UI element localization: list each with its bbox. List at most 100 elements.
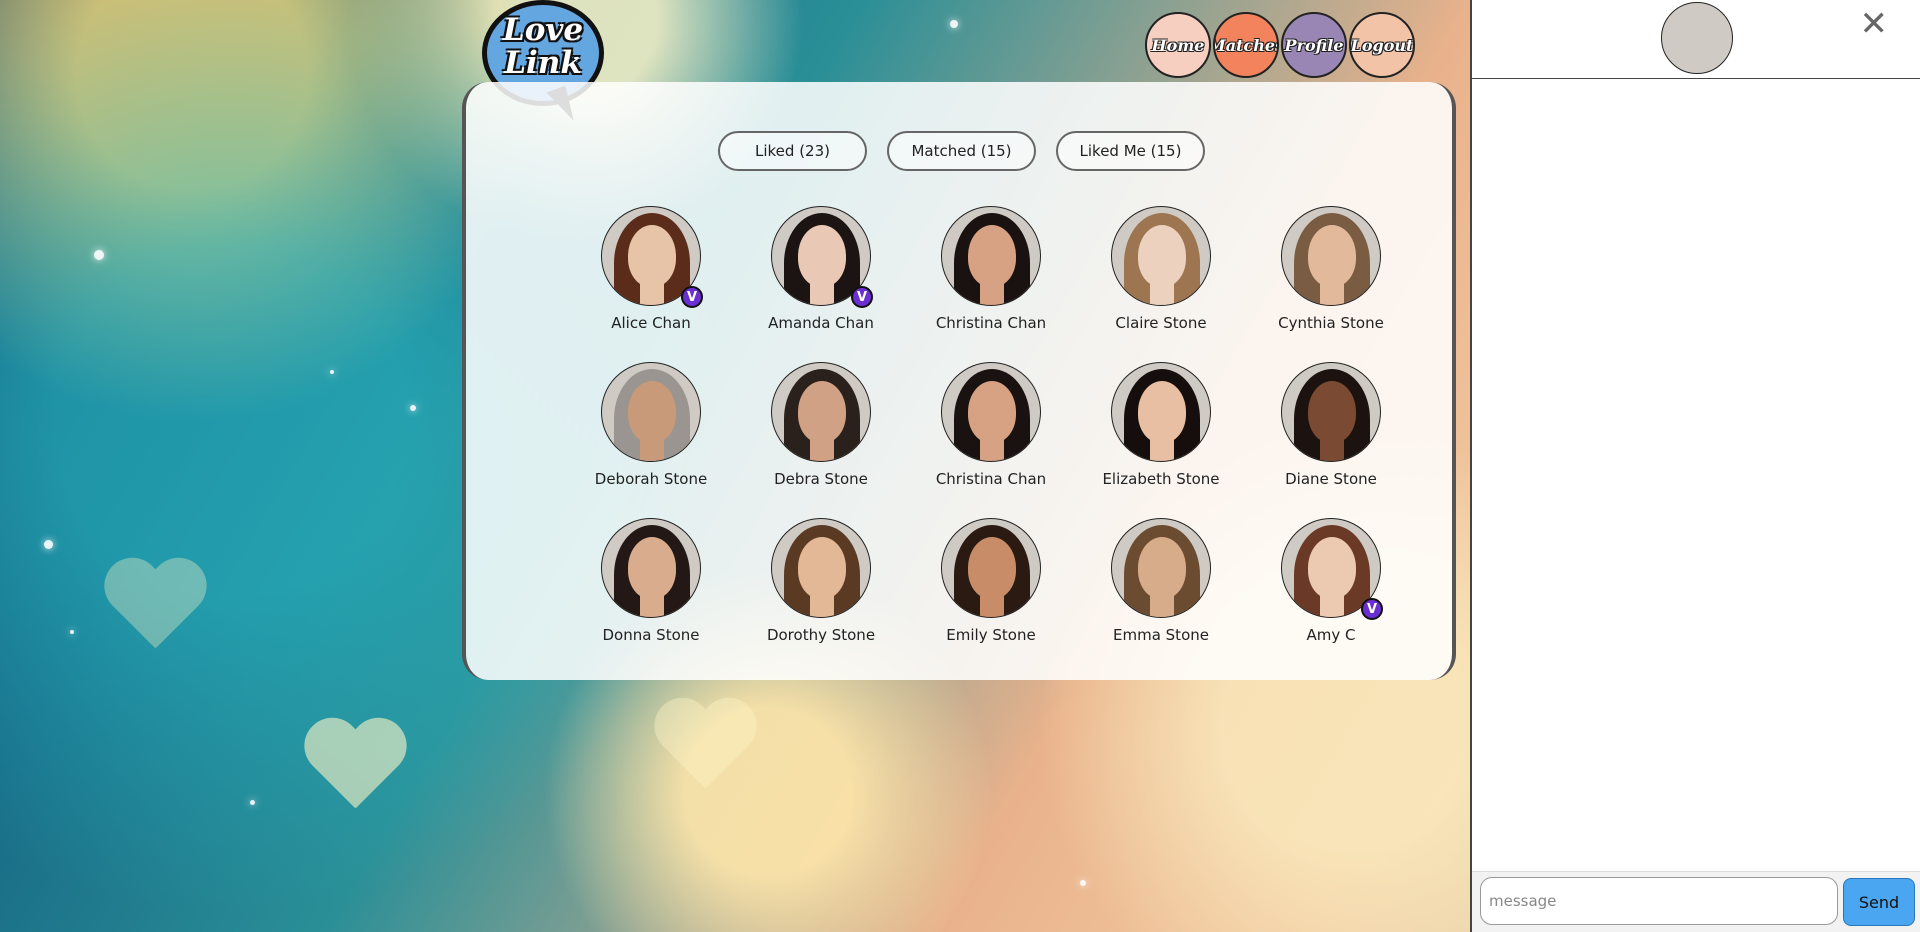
avatar-wrapper: V bbox=[601, 206, 703, 308]
avatar[interactable] bbox=[601, 362, 701, 462]
person-card[interactable]: Cynthia Stone bbox=[1246, 206, 1416, 362]
avatar-face bbox=[798, 537, 846, 599]
avatar-face bbox=[968, 381, 1016, 443]
person-name[interactable]: Emma Stone bbox=[1113, 626, 1209, 644]
avatar[interactable] bbox=[941, 206, 1041, 306]
chat-panel: ✕ Send bbox=[1470, 0, 1920, 932]
sparkle bbox=[1080, 880, 1086, 886]
avatar-face bbox=[1138, 537, 1186, 599]
person-name[interactable]: Dorothy Stone bbox=[767, 626, 875, 644]
avatar-face bbox=[1138, 225, 1186, 287]
person-name[interactable]: Christina Chan bbox=[936, 470, 1046, 488]
person-card[interactable]: Diane Stone bbox=[1246, 362, 1416, 518]
bokeh-heart bbox=[100, 560, 210, 660]
person-card[interactable]: Donna Stone bbox=[566, 518, 736, 674]
person-name[interactable]: Alice Chan bbox=[611, 314, 691, 332]
person-name[interactable]: Amanda Chan bbox=[768, 314, 874, 332]
person-name[interactable]: Christina Chan bbox=[936, 314, 1046, 332]
person-card[interactable]: Elizabeth Stone bbox=[1076, 362, 1246, 518]
tab-liked-me[interactable]: Liked Me (15) bbox=[1056, 131, 1205, 171]
avatar-face bbox=[628, 537, 676, 599]
avatar-face bbox=[968, 537, 1016, 599]
avatar-face bbox=[1308, 537, 1356, 599]
nav-matches-button[interactable]: Matches bbox=[1213, 12, 1279, 78]
avatar[interactable] bbox=[1281, 362, 1381, 462]
avatar-face bbox=[1308, 381, 1356, 443]
avatar-face bbox=[968, 225, 1016, 287]
bokeh-heart bbox=[650, 700, 760, 800]
person-card[interactable]: V Alice Chan bbox=[566, 206, 736, 362]
avatar-face bbox=[628, 225, 676, 287]
avatar[interactable] bbox=[1111, 518, 1211, 618]
avatar-wrapper bbox=[941, 518, 1041, 618]
bokeh-heart bbox=[300, 720, 410, 820]
person-name[interactable]: Donna Stone bbox=[602, 626, 699, 644]
send-button[interactable]: Send bbox=[1843, 878, 1915, 926]
sparkle bbox=[950, 20, 958, 28]
people-grid: V Alice Chan V Amanda Chan Christina Chan Cla… bbox=[566, 206, 1416, 674]
chat-contact-avatar[interactable] bbox=[1661, 2, 1733, 74]
logo-line-2: Link bbox=[504, 45, 582, 81]
person-name[interactable]: Elizabeth Stone bbox=[1102, 470, 1219, 488]
avatar[interactable] bbox=[771, 362, 871, 462]
avatar[interactable] bbox=[601, 518, 701, 618]
person-card[interactable]: Christina Chan bbox=[906, 206, 1076, 362]
message-input[interactable] bbox=[1480, 877, 1838, 925]
person-card[interactable]: V Amanda Chan bbox=[736, 206, 906, 362]
avatar[interactable] bbox=[771, 518, 871, 618]
person-name[interactable]: Emily Stone bbox=[946, 626, 1035, 644]
avatar-wrapper bbox=[601, 362, 701, 462]
person-card[interactable]: V Amy C bbox=[1246, 518, 1416, 674]
avatar[interactable] bbox=[1111, 206, 1211, 306]
matches-panel: Liked (23) Matched (15) Liked Me (15) VA… bbox=[462, 82, 1456, 680]
avatar-wrapper bbox=[1111, 518, 1211, 618]
tab-matched[interactable]: Matched (15) bbox=[887, 131, 1036, 171]
avatar-face bbox=[798, 381, 846, 443]
filter-tabs: Liked (23) Matched (15) Liked Me (15) bbox=[718, 131, 1205, 171]
person-name[interactable]: Deborah Stone bbox=[595, 470, 707, 488]
chat-messages[interactable] bbox=[1472, 79, 1920, 872]
nav-home-button[interactable]: Home bbox=[1145, 12, 1211, 78]
person-card[interactable]: Dorothy Stone bbox=[736, 518, 906, 674]
person-card[interactable]: Debra Stone bbox=[736, 362, 906, 518]
person-card[interactable]: Claire Stone bbox=[1076, 206, 1246, 362]
person-card[interactable]: Emily Stone bbox=[906, 518, 1076, 674]
avatar-wrapper bbox=[1111, 362, 1211, 462]
close-icon[interactable]: ✕ bbox=[1860, 6, 1889, 42]
avatar-wrapper bbox=[601, 518, 701, 618]
avatar[interactable] bbox=[941, 518, 1041, 618]
sparkle bbox=[410, 405, 416, 411]
nav-profile-button[interactable]: Profile bbox=[1281, 12, 1347, 78]
chat-header: ✕ bbox=[1472, 0, 1920, 79]
avatar-wrapper bbox=[1111, 206, 1211, 306]
chat-footer: Send bbox=[1472, 871, 1920, 932]
avatar-wrapper bbox=[1281, 362, 1381, 462]
person-card[interactable]: Emma Stone bbox=[1076, 518, 1246, 674]
avatar[interactable] bbox=[941, 362, 1041, 462]
avatar[interactable] bbox=[1111, 362, 1211, 462]
avatar-face bbox=[628, 381, 676, 443]
verified-badge-icon: V bbox=[1361, 598, 1383, 620]
avatar-face bbox=[1138, 381, 1186, 443]
verified-badge-icon: V bbox=[851, 286, 873, 308]
person-name[interactable]: Debra Stone bbox=[774, 470, 868, 488]
avatar-wrapper: V bbox=[771, 206, 873, 308]
sparkle bbox=[330, 370, 334, 374]
person-card[interactable]: Deborah Stone bbox=[566, 362, 736, 518]
avatar-wrapper bbox=[771, 362, 871, 462]
avatar-face bbox=[1308, 225, 1356, 287]
avatar-face bbox=[798, 225, 846, 287]
sparkle bbox=[70, 630, 74, 634]
person-name[interactable]: Diane Stone bbox=[1285, 470, 1377, 488]
sparkle bbox=[94, 250, 104, 260]
person-name[interactable]: Claire Stone bbox=[1115, 314, 1206, 332]
nav-logout-button[interactable]: Logout bbox=[1349, 12, 1415, 78]
avatar-wrapper bbox=[941, 362, 1041, 462]
logo-text: Love Link bbox=[482, 14, 604, 80]
person-name[interactable]: Amy C bbox=[1307, 626, 1356, 644]
person-card[interactable]: Christina Chan bbox=[906, 362, 1076, 518]
tab-liked[interactable]: Liked (23) bbox=[718, 131, 867, 171]
avatar-wrapper bbox=[771, 518, 871, 618]
person-name[interactable]: Cynthia Stone bbox=[1278, 314, 1384, 332]
avatar[interactable] bbox=[1281, 206, 1381, 306]
